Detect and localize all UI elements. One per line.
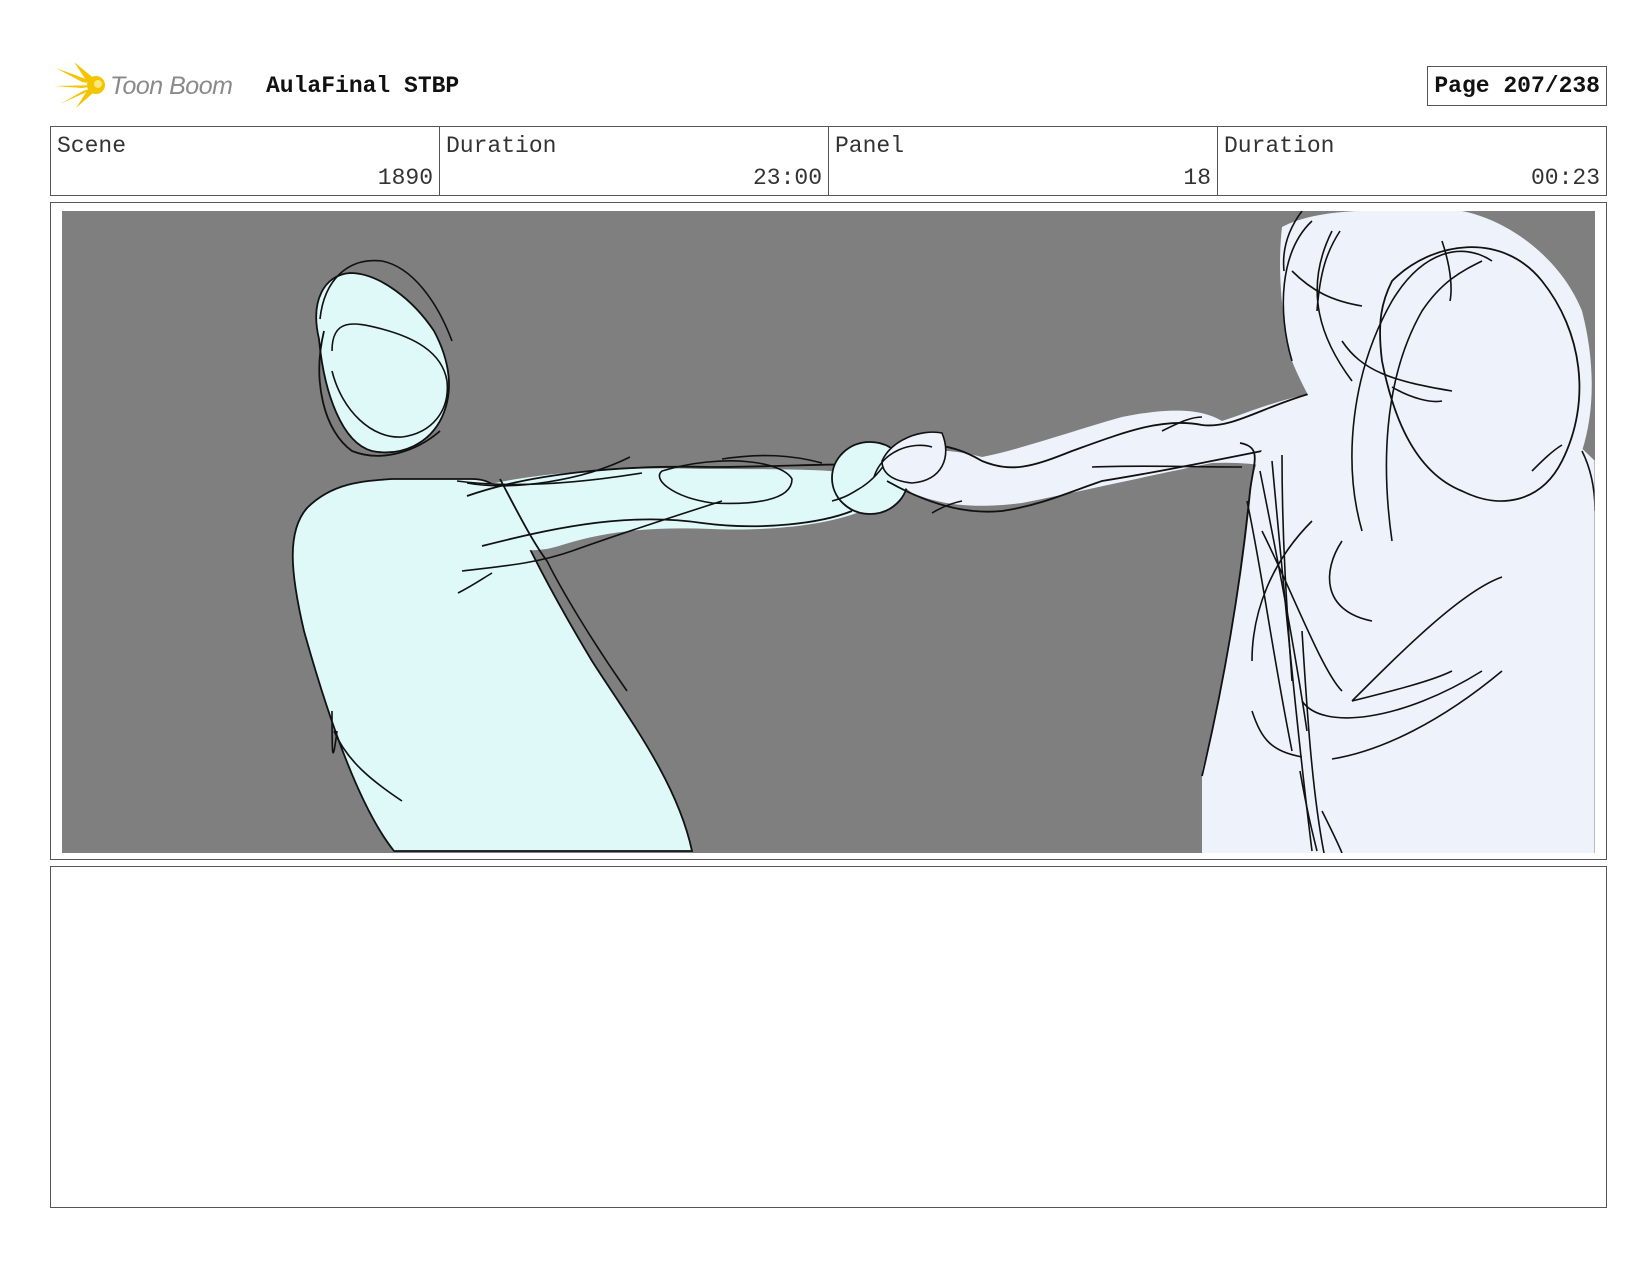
panel-duration-cell: Duration 00:23 (1218, 127, 1606, 195)
storyboard-sketch (62, 211, 1595, 853)
scene-duration-value: 23:00 (752, 165, 822, 191)
panel-value: 18 (1183, 165, 1211, 191)
action-notes-box (50, 866, 1607, 1208)
panel-info-table: Scene 1890 Duration 23:00 Panel 18 Durat… (50, 126, 1607, 196)
scene-label: Scene (57, 133, 127, 159)
panel-duration-label: Duration (1224, 133, 1335, 159)
scene-value: 1890 (377, 165, 433, 191)
scene-cell: Scene 1890 (51, 127, 440, 195)
burst-icon (54, 62, 105, 108)
project-title: AulaFinal STBP (266, 73, 460, 99)
panel-drawing (62, 211, 1595, 853)
scene-duration-cell: Duration 23:00 (440, 127, 829, 195)
logo-wordmark: Toon Boom (110, 72, 233, 100)
scene-duration-label: Duration (446, 133, 557, 159)
panel-label: Panel (835, 133, 905, 159)
storyboard-header: Toon Boom AulaFinal STBP Page 207/238 (50, 56, 1607, 112)
page-indicator: Page 207/238 (1427, 66, 1607, 106)
panel-duration-value: 00:23 (1530, 165, 1600, 191)
panel-frame (50, 202, 1607, 860)
toon-boom-logo: Toon Boom (52, 60, 252, 110)
panel-cell: Panel 18 (829, 127, 1218, 195)
